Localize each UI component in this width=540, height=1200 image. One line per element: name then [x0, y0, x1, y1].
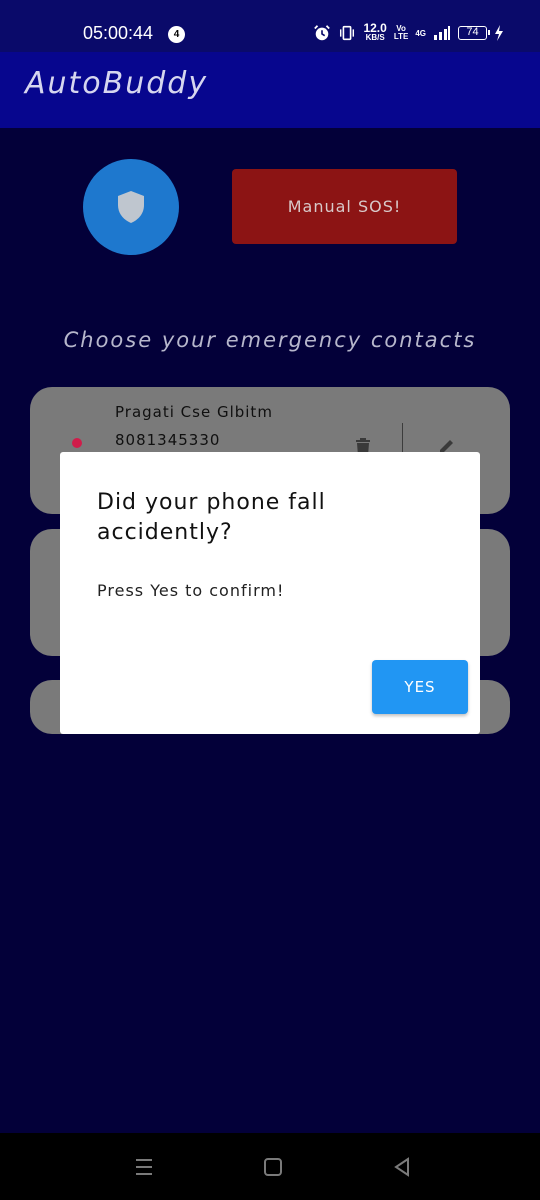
alarm-icon: [314, 25, 331, 41]
volte-bottom: LTE: [393, 32, 409, 41]
charging-icon: [495, 25, 503, 41]
back-icon[interactable]: [390, 1155, 414, 1179]
shield-button[interactable]: [83, 159, 179, 255]
contact-name: Pragati Cse Glbitm: [115, 403, 273, 421]
battery-indicator: 74: [458, 26, 490, 40]
vibrate-icon: [340, 25, 355, 41]
battery-level: 74: [466, 26, 479, 38]
fall-confirm-dialog: Did your phone fall accidently? Press Ye…: [60, 452, 480, 734]
status-icons: 12.0 KB/S Vo LTE 4G 74: [313, 22, 504, 44]
app-bar: AutoBuddy: [0, 52, 540, 128]
contact-status-dot: [72, 438, 82, 448]
network-speed-unit: KB/S: [365, 33, 385, 42]
volte-indicator: Vo LTE: [394, 25, 409, 41]
app-title: AutoBuddy: [25, 66, 209, 101]
recents-icon[interactable]: [132, 1155, 156, 1179]
notification-count-badge: 4: [168, 26, 185, 43]
contact-phone: 8081345330: [115, 431, 221, 449]
system-nav-bar: [0, 1133, 540, 1200]
network-speed: 12.0 KB/S: [363, 22, 386, 43]
status-time: 05:00:44: [83, 23, 154, 43]
dialog-title: Did your phone fall accidently?: [97, 490, 326, 545]
signal-icon: [434, 26, 450, 40]
network-type: 4G: [415, 28, 426, 38]
shield-icon: [118, 191, 144, 223]
manual-sos-button[interactable]: Manual SOS!: [232, 169, 457, 244]
yes-button[interactable]: YES: [372, 660, 468, 714]
status-bar: 05:00:44 4 12.0 KB/S Vo LTE 4G 74: [0, 0, 540, 52]
dialog-message: Press Yes to confirm!: [97, 581, 285, 600]
home-icon[interactable]: [261, 1155, 285, 1179]
contacts-heading: Choose your emergency contacts: [63, 328, 477, 352]
